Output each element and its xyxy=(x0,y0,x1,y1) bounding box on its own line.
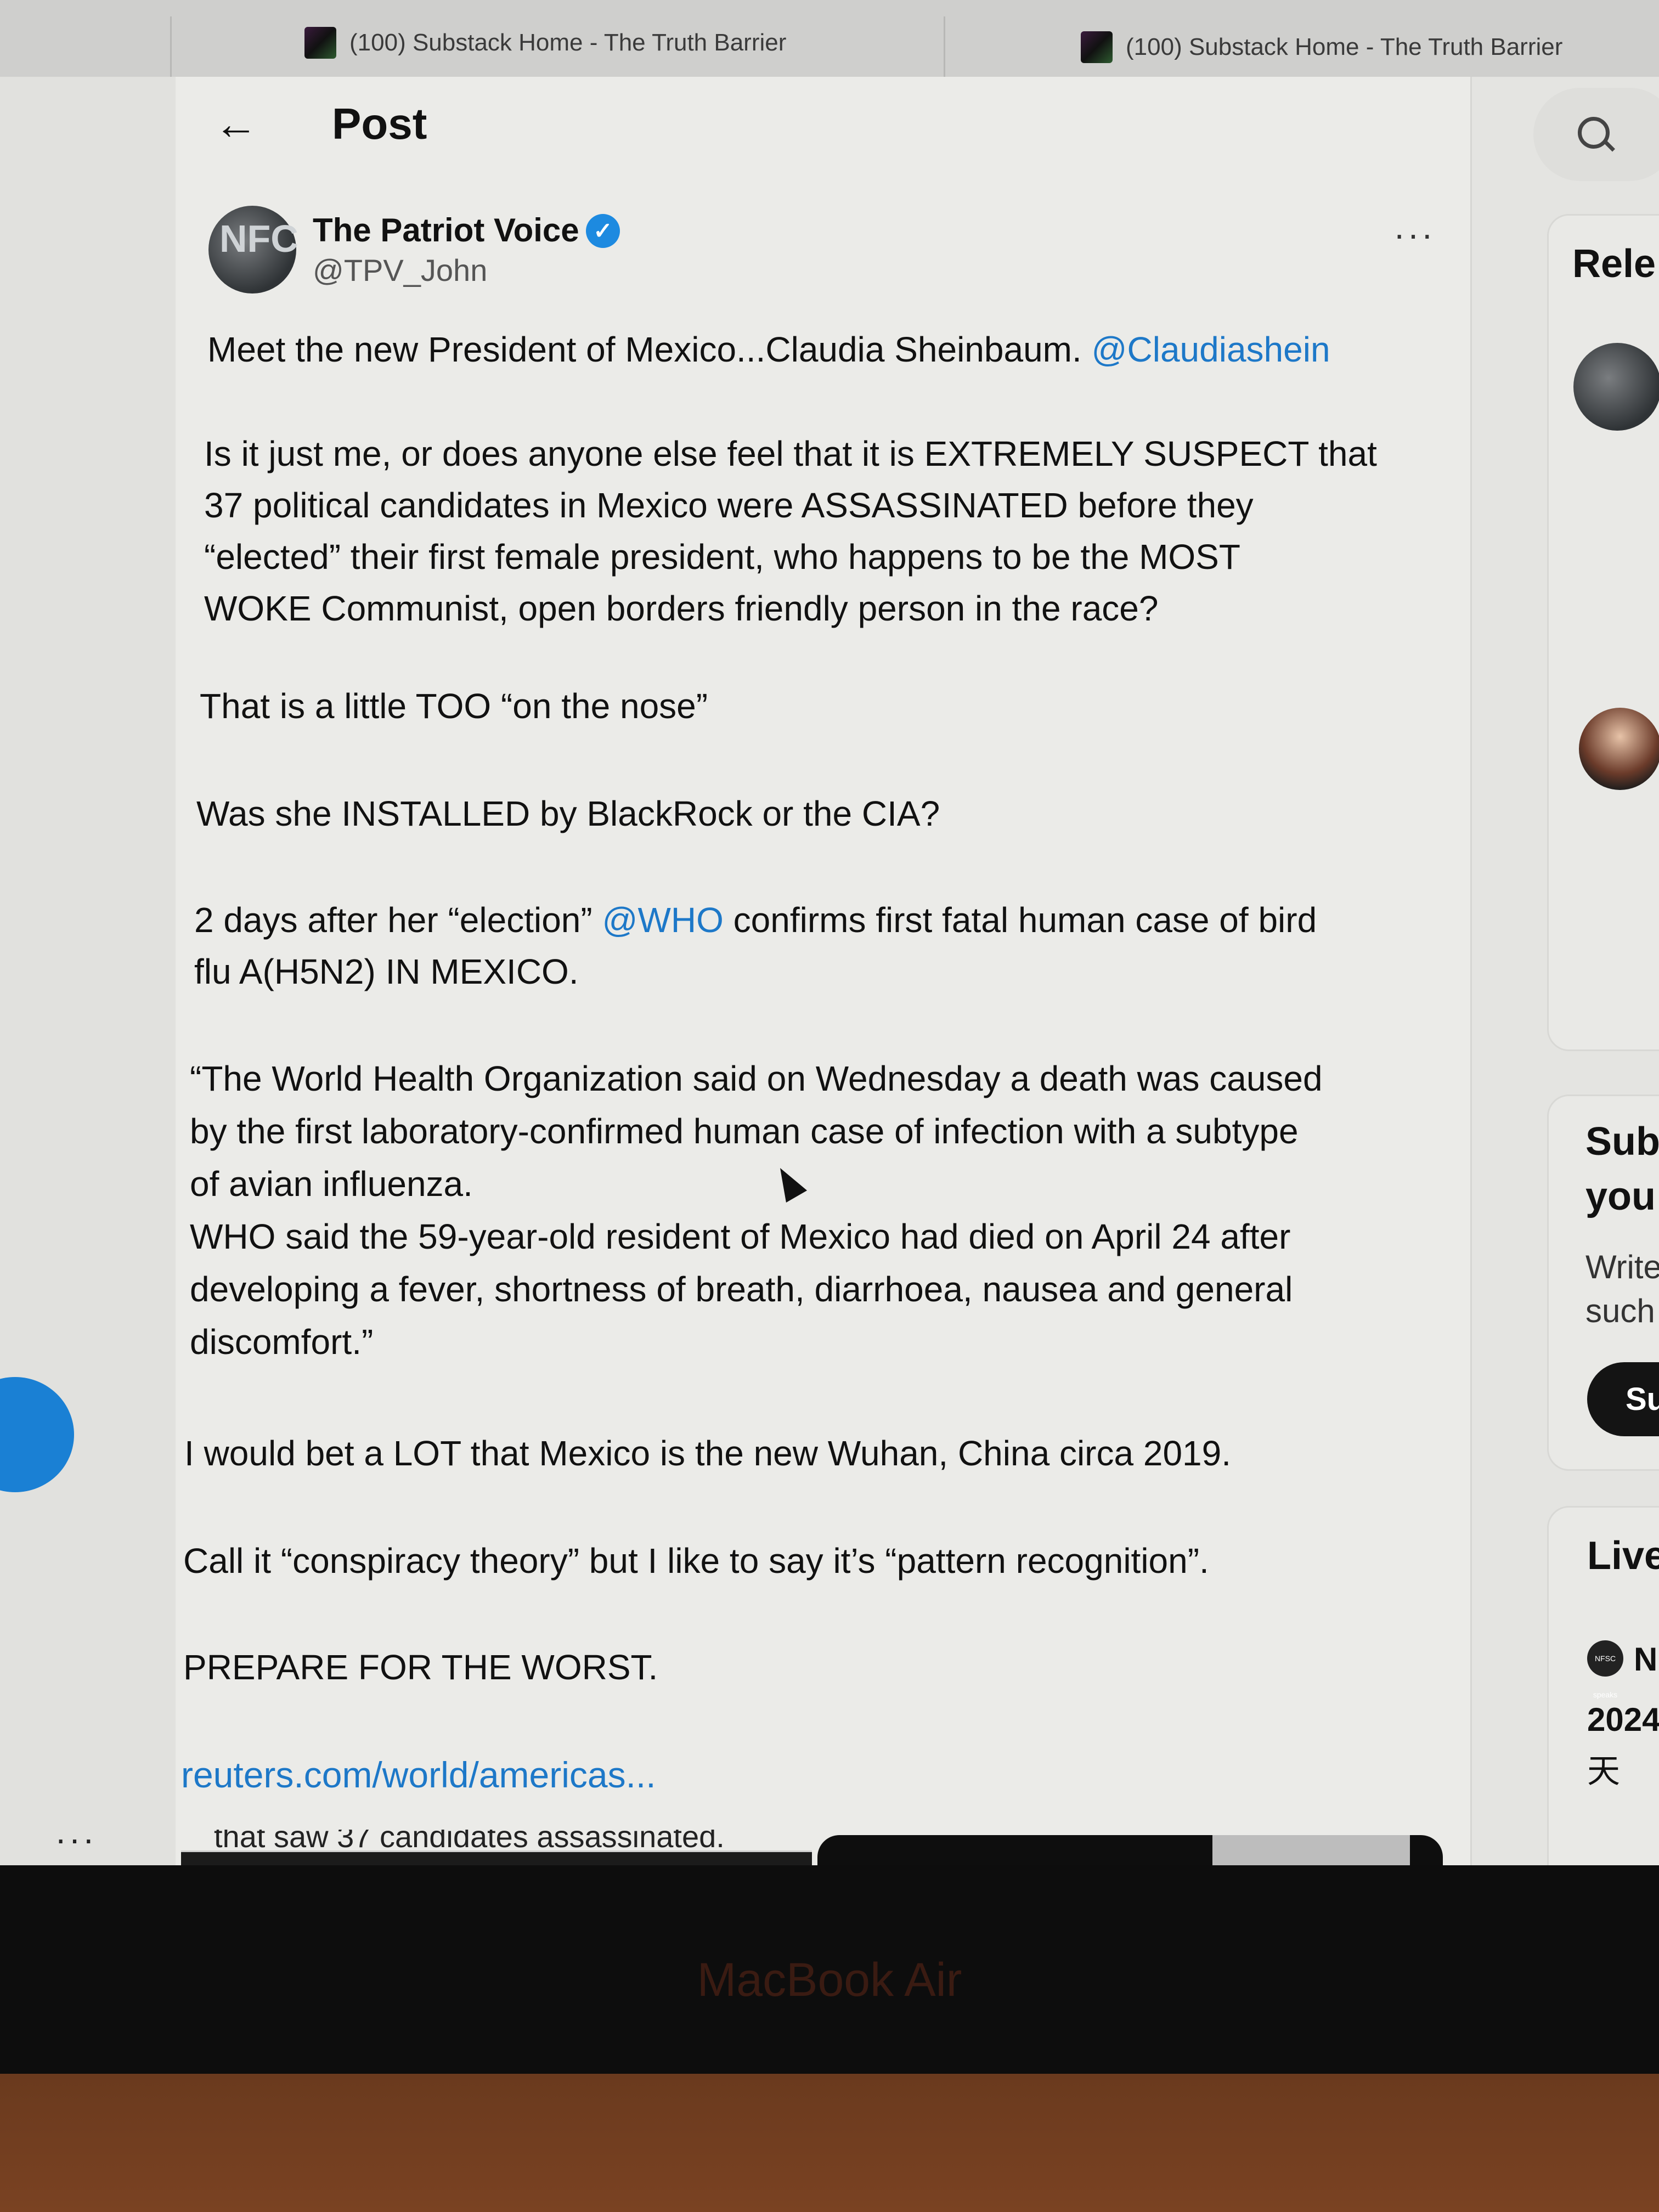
post-text-line: Is it just me, or does anyone else feel … xyxy=(204,434,1377,473)
live-title[interactable]: 2024 xyxy=(1587,1701,1659,1739)
browser-tab-2[interactable]: (100) Substack Home - The Truth Barrier xyxy=(1081,20,1562,75)
post-text: confirms first fatal human case of bird xyxy=(723,900,1317,940)
live-host-name[interactable]: NI xyxy=(1634,1640,1659,1678)
relevant-people-card xyxy=(1547,214,1659,1051)
post-text-line: 37 political candidates in Mexico were A… xyxy=(204,486,1254,525)
tab-divider xyxy=(944,16,945,77)
tab-title: (100) Substack Home - The Truth Barrier xyxy=(1126,33,1563,60)
post-text-line: “elected” their first female president, … xyxy=(204,537,1240,577)
relevant-avatar[interactable] xyxy=(1573,343,1659,431)
post-paragraph-9: PREPARE FOR THE WORST. xyxy=(183,1647,658,1687)
tab-divider xyxy=(170,16,172,77)
post-text-line: developing a fever, shortness of breath,… xyxy=(190,1269,1293,1309)
author-avatar[interactable]: NFC xyxy=(208,206,298,294)
post-paragraph-3: That is a little TOO “on the nose” xyxy=(200,686,708,726)
subscribe-button[interactable]: Su xyxy=(1587,1362,1659,1436)
author-name[interactable]: The Patriot Voice xyxy=(313,211,579,249)
mention-link[interactable]: @Claudiashein xyxy=(1092,330,1330,369)
browser-tab-bar: (100) Substack Home - The Truth Barrier … xyxy=(0,0,1659,78)
post-paragraph-8: Call it “conspiracy theory” but I like t… xyxy=(183,1541,1209,1581)
subscribe-heading: you xyxy=(1585,1175,1656,1218)
subscribe-text: such xyxy=(1585,1293,1655,1329)
desk-surface xyxy=(0,2074,1659,2212)
live-badge-icon: NFSC speaks xyxy=(1587,1640,1623,1699)
compose-post-button[interactable] xyxy=(0,1377,74,1492)
live-title[interactable]: 天 xyxy=(1587,1745,1620,1792)
subscribe-text: Write xyxy=(1585,1249,1659,1285)
back-arrow-icon[interactable]: ← xyxy=(214,99,258,149)
search-icon[interactable] xyxy=(1578,117,1610,149)
device-label: MacBook Air xyxy=(697,1954,962,2006)
author-handle[interactable]: @TPV_John xyxy=(313,252,487,288)
link-preview-card[interactable]: that saw 37 candidates assassinated. xyxy=(181,1830,1443,1868)
post-paragraph-7: I would bet a LOT that Mexico is the new… xyxy=(184,1434,1231,1473)
more-options-icon[interactable]: ··· xyxy=(55,1819,97,1859)
verified-badge-icon: ✓ xyxy=(586,214,620,248)
left-sidebar: ··· xyxy=(0,77,176,1865)
post-text-line: flu A(H5N2) IN MEXICO. xyxy=(194,952,579,991)
avatar-logo-text: NFC xyxy=(219,217,298,260)
page-title: Post xyxy=(332,99,427,148)
post-paragraph-4: Was she INSTALLED by BlackRock or the CI… xyxy=(196,794,940,833)
post-text: Meet the new President of Mexico...Claud… xyxy=(207,330,1092,369)
post-paragraph-2: Is it just me, or does anyone else feel … xyxy=(204,428,1377,634)
substack-favicon-icon xyxy=(304,27,336,59)
post-paragraph-5: 2 days after her “election” @WHO confirm… xyxy=(194,894,1317,997)
article-link[interactable]: reuters.com/world/americas... xyxy=(181,1749,656,1801)
relevant-avatar[interactable] xyxy=(1579,708,1659,790)
post-paragraph-1: Meet the new President of Mexico...Claud… xyxy=(207,324,1330,375)
substack-favicon-icon xyxy=(1081,31,1113,63)
post-text-line: WHO said the 59-year-old resident of Mex… xyxy=(190,1217,1291,1256)
post-text-line: WOKE Communist, open borders friendly pe… xyxy=(204,589,1159,628)
preview-image xyxy=(1212,1835,1410,1868)
post-quote: “The World Health Organization said on W… xyxy=(190,1052,1323,1368)
post-more-icon[interactable]: ··· xyxy=(1393,214,1435,255)
post-text: 2 days after her “election” xyxy=(194,900,602,940)
post-text-line: “The World Health Organization said on W… xyxy=(190,1059,1323,1098)
subscribe-heading: Sub xyxy=(1585,1120,1659,1164)
post-text-line: by the first laboratory-confirmed human … xyxy=(190,1111,1299,1151)
tab-title: (100) Substack Home - The Truth Barrier xyxy=(349,29,787,56)
browser-tab-1[interactable]: (100) Substack Home - The Truth Barrier xyxy=(304,15,786,70)
mention-link[interactable]: @WHO xyxy=(602,900,723,940)
post-text-line: of avian influenza. xyxy=(190,1164,473,1204)
live-heading: Live xyxy=(1587,1534,1659,1578)
post-text-line: discomfort.” xyxy=(190,1322,374,1362)
relevant-people-heading: Rele xyxy=(1572,242,1656,286)
